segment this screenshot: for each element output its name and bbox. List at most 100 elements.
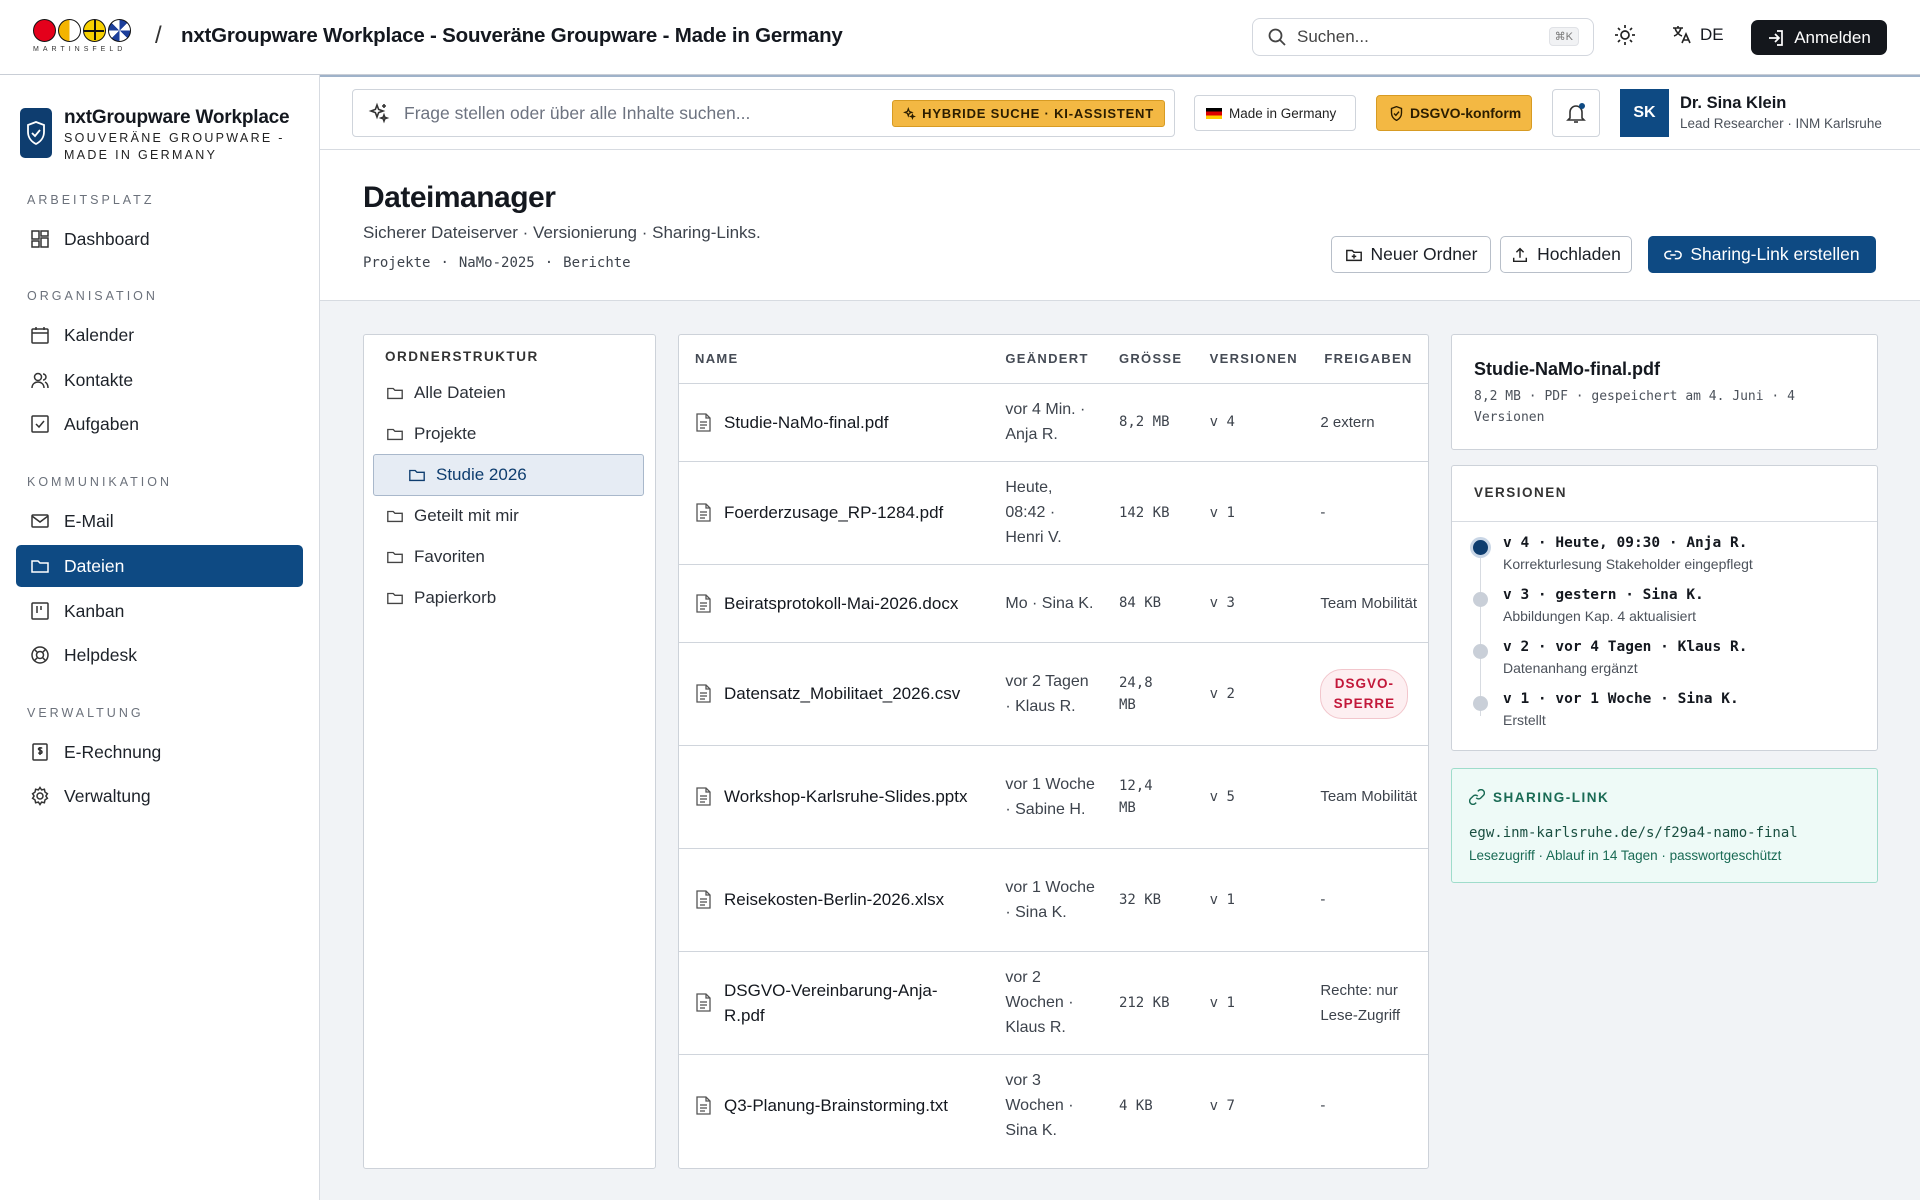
sidebar-item-label: Dashboard [64, 228, 150, 249]
brand-name: nxtGroupware Workplace [64, 107, 290, 128]
tree-item-papierkorb[interactable]: Papierkorb [372, 577, 637, 619]
global-search-input[interactable]: Suchen... ⌘K [1252, 18, 1594, 56]
cell-size: 8,2 MB [1102, 383, 1194, 462]
version-item[interactable]: v 1 · vor 1 Woche · Sina K. Erstellt [1473, 691, 1860, 728]
cell-shares: - [1308, 1054, 1428, 1157]
version-item[interactable]: v 2 · vor 4 Tagen · Klaus R. Datenanhang… [1473, 639, 1860, 676]
sidebar-item-dashboard[interactable]: Dashboard [16, 218, 303, 260]
tree-item-geteilt[interactable]: Geteilt mit mir [372, 495, 637, 537]
login-button[interactable]: Anmelden [1751, 20, 1887, 55]
create-share-link-label: Sharing-Link erstellen [1690, 244, 1860, 264]
cell-shares: - [1308, 461, 1428, 565]
create-share-link-button[interactable]: Sharing-Link erstellen [1648, 236, 1876, 273]
upload-button[interactable]: Hochladen [1500, 236, 1632, 273]
new-folder-button[interactable]: Neuer Ordner [1331, 236, 1491, 273]
upload-icon [1513, 247, 1528, 262]
lifebuoy-icon [31, 646, 49, 664]
tree-item-label: Favoriten [414, 547, 485, 566]
notifications-button[interactable] [1552, 89, 1600, 137]
file-name[interactable]: Q3-Planung-Brainstorming.txt [724, 1093, 948, 1118]
language-switcher[interactable]: DE [1671, 24, 1724, 45]
sidebar-item-kontakte[interactable]: Kontakte [16, 359, 303, 401]
changed-value: vor 2 Tagen · Klaus R. [1005, 672, 1089, 715]
size-value: 4 KB [1118, 1097, 1153, 1114]
cell-name: Foerderzusage_RP-1284.pdf [679, 461, 990, 565]
table-row[interactable]: Q3-Planung-Brainstorming.txt vor 3 Wochen… [679, 1054, 1428, 1157]
column-header-name[interactable]: NAME [679, 335, 990, 384]
size-value: 32 KB [1118, 891, 1162, 908]
sidebar-item-label: Dateien [64, 555, 125, 576]
theme-toggle-sun-icon[interactable] [1614, 24, 1636, 46]
version-item[interactable]: v 3 · gestern · Sina K. Abbildungen Kap.… [1473, 587, 1860, 624]
cell-name: Beiratsprotokoll-Mai-2026.docx [679, 564, 990, 643]
table-row[interactable]: DSGVO-Vereinbarung-Anja-R.pdf vor 2 Woche… [679, 951, 1428, 1055]
file-name[interactable]: Studie-NaMo-final.pdf [724, 410, 888, 435]
column-header-changed[interactable]: GEÄNDERT [989, 335, 1103, 384]
hybrid-search-badge: HYBRIDE SUCHE · KI-ASSISTENT [892, 100, 1165, 127]
table-row[interactable]: Studie-NaMo-final.pdf vor 4 Min. · Anja R… [679, 383, 1428, 462]
sharing-link-header: SHARING-LINK [1469, 789, 1609, 805]
sidebar-item-erechnung[interactable]: E-Rechnung [16, 731, 303, 773]
new-folder-label: Neuer Ordner [1370, 244, 1478, 264]
column-header-size[interactable]: GRÖSSE [1102, 335, 1194, 384]
versions-value: v 7 [1209, 1097, 1235, 1114]
table-row[interactable]: Reisekosten-Berlin-2026.xlsx vor 1 Woche … [679, 848, 1428, 952]
column-header-versions[interactable]: VERSIONEN [1193, 335, 1309, 384]
version-desc: Abbildungen Kap. 4 aktualisiert [1503, 608, 1697, 624]
table-row[interactable]: Foerderzusage_RP-1284.pdf Heute, 08:42 · … [679, 461, 1428, 565]
file-name[interactable]: Beiratsprotokoll-Mai-2026.docx [724, 591, 958, 616]
language-label: DE [1700, 24, 1724, 44]
version-item[interactable]: v 4 · Heute, 09:30 · Anja R. Korrekturle… [1473, 535, 1860, 572]
column-header-shares[interactable]: FREIGABEN [1308, 335, 1428, 384]
shield-logo-icon [20, 108, 52, 158]
cell-size: 142 KB [1102, 461, 1194, 565]
link-icon [1664, 250, 1683, 259]
avatar[interactable]: SK [1620, 89, 1669, 137]
sidebar-item-aufgaben[interactable]: Aufgaben [16, 403, 303, 445]
martinsfeld-logo[interactable] [33, 19, 131, 42]
breadcrumb-item-berichte[interactable]: Berichte [563, 255, 630, 271]
sharing-link-url[interactable]: egw.inm-karlsruhe.de/s/f29a4-namo-final [1469, 825, 1798, 841]
sidebar-item-email[interactable]: E-Mail [16, 500, 303, 542]
table-row[interactable]: Workshop-Karlsruhe-Slides.pptx vor 1 Woch… [679, 745, 1428, 849]
cell-versions: v 4 [1193, 383, 1309, 462]
breadcrumb-item-projekte[interactable]: Projekte [363, 255, 430, 271]
brand-tagline: SOUVERÄNE GROUPWARE - MADE IN GERMANY [64, 131, 285, 162]
tree-item-favoriten[interactable]: Favoriten [372, 536, 637, 578]
folder-tree-panel: ORDNERSTRUKTUR Alle Dateien Projekte Stu… [363, 334, 656, 1169]
header-bar: Frage stellen oder über alle Inhalte suc… [320, 75, 1920, 150]
changed-value: Heute, 08:42 · Henri V. [1005, 479, 1062, 546]
german-flag-icon [1206, 107, 1222, 119]
sidebar-item-dateien[interactable]: Dateien [16, 545, 303, 587]
ai-search-input[interactable]: Frage stellen oder über alle Inhalte suc… [352, 89, 1175, 137]
search-shortcut: ⌘K [1548, 27, 1579, 46]
file-name[interactable]: Workshop-Karlsruhe-Slides.pptx [724, 784, 967, 809]
section-organisation: ORGANISATION [27, 289, 158, 303]
sidebar-item-kalender[interactable]: Kalender [16, 314, 303, 356]
changed-value: Mo · Sina K. [1005, 594, 1094, 612]
file-name[interactable]: Reisekosten-Berlin-2026.xlsx [724, 887, 944, 912]
table-row[interactable]: Datensatz_Mobilitaet_2026.csv vor 2 Tagen… [679, 642, 1428, 746]
file-name[interactable]: Foerderzusage_RP-1284.pdf [724, 500, 943, 525]
detail-file-name: Studie-NaMo-final.pdf [1474, 359, 1660, 379]
file-icon [696, 503, 711, 522]
changed-value: vor 3 Wochen · Sina K. [1005, 1072, 1074, 1140]
sidebar-item-kanban[interactable]: Kanban [16, 590, 303, 632]
user-name: Dr. Sina Klein [1680, 94, 1787, 112]
file-name[interactable]: Datensatz_Mobilitaet_2026.csv [724, 681, 960, 706]
tree-item-projekte[interactable]: Projekte [372, 413, 637, 455]
file-name[interactable]: DSGVO-Vereinbarung-Anja-R.pdf [724, 978, 974, 1028]
breadcrumb-item-namo[interactable]: NaMo-2025 [459, 255, 535, 271]
changed-value: vor 2 Wochen · Klaus R. [1005, 969, 1074, 1036]
tree-item-studie-2026[interactable]: Studie 2026 [373, 454, 644, 496]
tree-item-label: Projekte [414, 424, 477, 443]
sidebar-item-verwaltung[interactable]: Verwaltung [16, 775, 303, 817]
version-dot [1473, 644, 1488, 659]
changed-value: vor 1 Woche · Sina K. [1005, 878, 1095, 921]
cell-shares: DSGVO-SPERRE [1308, 642, 1428, 746]
folder-icon [387, 428, 403, 441]
sidebar-item-helpdesk[interactable]: Helpdesk [16, 634, 303, 676]
upload-label: Hochladen [1537, 244, 1621, 264]
table-row[interactable]: Beiratsprotokoll-Mai-2026.docx Mo · Sina … [679, 564, 1428, 643]
tree-item-alle-dateien[interactable]: Alle Dateien [372, 372, 637, 414]
